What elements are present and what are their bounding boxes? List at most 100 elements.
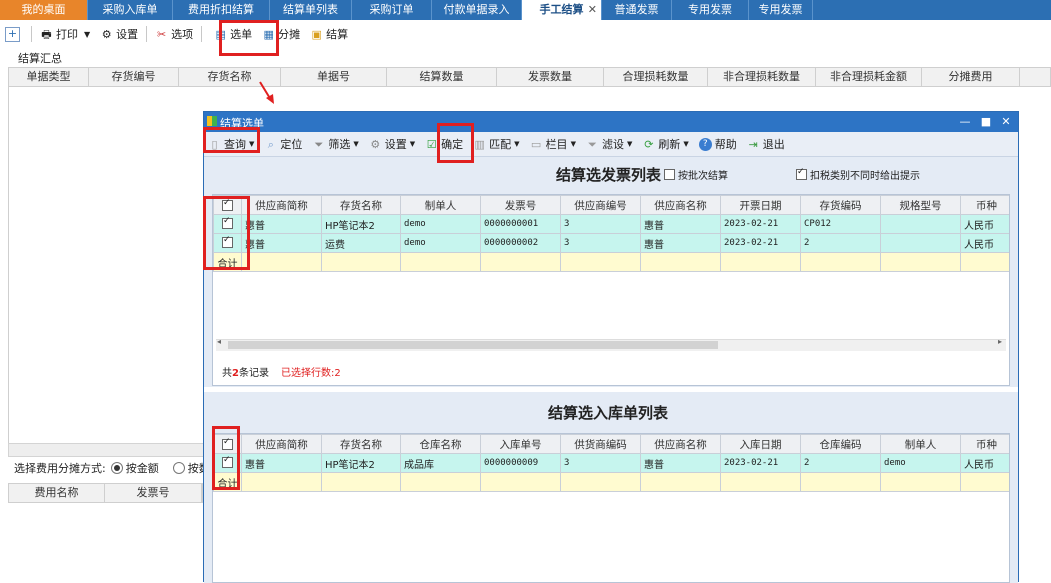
refresh-label: 刷新	[658, 138, 681, 151]
columns-button[interactable]: ▭ 栏目 ▼	[525, 133, 581, 155]
col-header[interactable]: 供应商名称	[640, 434, 721, 454]
chevron-down-icon[interactable]: ▼	[683, 140, 688, 148]
table-cell: 人民币	[960, 233, 1009, 253]
tab-0[interactable]: 我的桌面	[0, 0, 88, 20]
tab-5[interactable]: 付款单据录入	[432, 0, 522, 20]
tab-6[interactable]: 手工结算 ✕	[522, 0, 602, 20]
col-header[interactable]: 币种	[960, 195, 1009, 215]
tax-warning-option[interactable]: 扣税类别不同时给出提示	[796, 167, 920, 182]
tab-8[interactable]: 专用发票	[672, 0, 749, 20]
settings-button[interactable]: ⚙ 设置	[95, 23, 143, 45]
tab-label: 结算单列表	[283, 3, 338, 16]
col-header[interactable]: 开票日期	[720, 195, 801, 215]
col-header[interactable]: 制单人	[400, 195, 481, 215]
col-header[interactable]: 供应商编号	[560, 195, 641, 215]
fee-col-header[interactable]: 费用名称	[9, 484, 105, 502]
filter-button[interactable]: ⏷ 筛选 ▼	[307, 133, 363, 155]
exit-button[interactable]: ⇥ 退出	[742, 133, 790, 155]
invoice-hscrollbar[interactable]: ◂ ▸	[216, 337, 1006, 351]
col-header[interactable]: 入库单号	[480, 434, 561, 454]
col-header[interactable]: 入库日期	[720, 434, 801, 454]
allocation-mode-label: 选择费用分摊方式:	[14, 462, 106, 475]
col-header[interactable]: 币种	[960, 434, 1009, 454]
tax-warning-checkbox[interactable]	[796, 167, 807, 180]
col-header[interactable]: 制单人	[880, 434, 961, 454]
tab-2[interactable]: 费用折扣结算	[173, 0, 270, 20]
options-button[interactable]: ✂ 选项	[150, 23, 198, 45]
tab-label: 我的桌面	[21, 3, 66, 16]
highlight-receipt-checkboxes	[212, 426, 240, 490]
tab-close-icon[interactable]: ✕	[588, 0, 597, 20]
scroll-left-icon[interactable]: ◂	[217, 337, 221, 346]
col-header[interactable]: 存货名称	[321, 434, 401, 454]
col-header[interactable]: 供应商名称	[640, 195, 721, 215]
col-header[interactable]: 供应商简称	[241, 195, 322, 215]
summary-col-header[interactable]: 合理损耗数量	[604, 68, 708, 86]
locate-button[interactable]: ⌕ 定位	[259, 133, 307, 155]
tab-label: 普通发票	[614, 3, 659, 16]
tab-4[interactable]: 采购订单	[352, 0, 432, 20]
summary-col-header[interactable]: 非合理损耗金额	[816, 68, 922, 86]
chevron-down-icon[interactable]: ▼	[627, 140, 632, 148]
settle-button[interactable]: ▣ 结算	[305, 23, 353, 45]
filter-settings-button[interactable]: ⏷ 滤设 ▼	[581, 133, 637, 155]
dialog-title-bar: 结算选单 — ■ ✕	[204, 112, 1018, 132]
col-header[interactable]: 规格型号	[880, 195, 961, 215]
dialog-settings-button[interactable]: ⚙ 设置 ▼	[364, 133, 420, 155]
chevron-down-icon[interactable]: ▼	[84, 30, 90, 39]
maximize-icon[interactable]: ■	[978, 114, 994, 129]
summary-col-header[interactable]: 非合理损耗数量	[708, 68, 816, 86]
match-button[interactable]: ▥ 匹配 ▼	[468, 133, 524, 155]
summary-col-header[interactable]: 存货编号	[89, 68, 179, 86]
refresh-icon: ⟳	[644, 137, 654, 151]
tab-7[interactable]: 普通发票	[602, 0, 672, 20]
minimize-icon[interactable]: —	[957, 114, 973, 129]
chevron-down-icon[interactable]: ▼	[353, 140, 358, 148]
total-cell	[800, 252, 881, 272]
horizontal-scrollbar[interactable]	[8, 443, 210, 457]
total-row: 合计	[213, 252, 1009, 272]
col-header[interactable]: 仓库编码	[800, 434, 881, 454]
tab-3[interactable]: 结算单列表	[270, 0, 352, 20]
chevron-down-icon[interactable]: ▼	[571, 140, 576, 148]
col-header[interactable]: 存货编码	[800, 195, 881, 215]
close-icon[interactable]: ✕	[998, 114, 1014, 129]
table-row[interactable]: 惠普HP笔记本2demo00000000013惠普2023-02-21CP012…	[213, 214, 1009, 234]
filter-settings-label: 滤设	[601, 138, 624, 151]
table-cell: HP笔记本2	[321, 214, 401, 234]
table-row[interactable]: 惠普HP笔记本2成品库00000000093惠普2023-02-212demo人…	[213, 453, 1009, 473]
table-row[interactable]: 惠普运费demo00000000023惠普2023-02-212人民币	[213, 233, 1009, 253]
radio-by-amount[interactable]	[110, 462, 123, 474]
col-header[interactable]: 发票号	[480, 195, 561, 215]
gear-icon: ⚙	[101, 27, 112, 41]
col-header[interactable]: 仓库名称	[400, 434, 481, 454]
invoice-scroll-thumb[interactable]	[228, 341, 718, 349]
help-button[interactable]: ? 帮助	[694, 133, 742, 155]
batch-settle-option[interactable]: 按批次结算	[664, 167, 728, 182]
chevron-down-icon[interactable]: ▼	[514, 140, 519, 148]
radio-by-quantity[interactable]	[172, 462, 185, 474]
tab-1[interactable]: 采购入库单	[88, 0, 173, 20]
summary-col-header[interactable]: 分摊费用	[922, 68, 1020, 86]
summary-col-header[interactable]: 单据类型	[9, 68, 89, 86]
refresh-button[interactable]: ⟳ 刷新 ▼	[637, 133, 693, 155]
fee-col-header[interactable]: 发票号	[105, 484, 202, 502]
table-cell: 人民币	[960, 214, 1009, 234]
print-button[interactable]: 🖶 打印 ▼	[35, 23, 95, 45]
match-label: 匹配	[489, 138, 512, 151]
summary-col-header[interactable]: 结算数量	[387, 68, 497, 86]
col-header[interactable]: 供货商编码	[560, 434, 641, 454]
tab-9[interactable]: 专用发票	[749, 0, 813, 20]
columns-label: 栏目	[545, 138, 568, 151]
col-header[interactable]: 供应商简称	[241, 434, 322, 454]
summary-col-header[interactable]: 发票数量	[497, 68, 604, 86]
scroll-right-icon[interactable]: ▸	[998, 337, 1002, 346]
add-button[interactable]: +	[0, 23, 28, 45]
summary-col-header[interactable]: 单据号	[281, 68, 387, 86]
batch-settle-checkbox[interactable]	[664, 169, 675, 180]
red-arrow-icon	[259, 81, 274, 104]
chevron-down-icon[interactable]: ▼	[410, 140, 415, 148]
receipt-grid: 供应商简称存货名称仓库名称入库单号供货商编码供应商名称入库日期仓库编码制单人币种…	[212, 433, 1010, 583]
col-header[interactable]: 存货名称	[321, 195, 401, 215]
tax-warning-label: 扣税类别不同时给出提示	[810, 171, 920, 182]
